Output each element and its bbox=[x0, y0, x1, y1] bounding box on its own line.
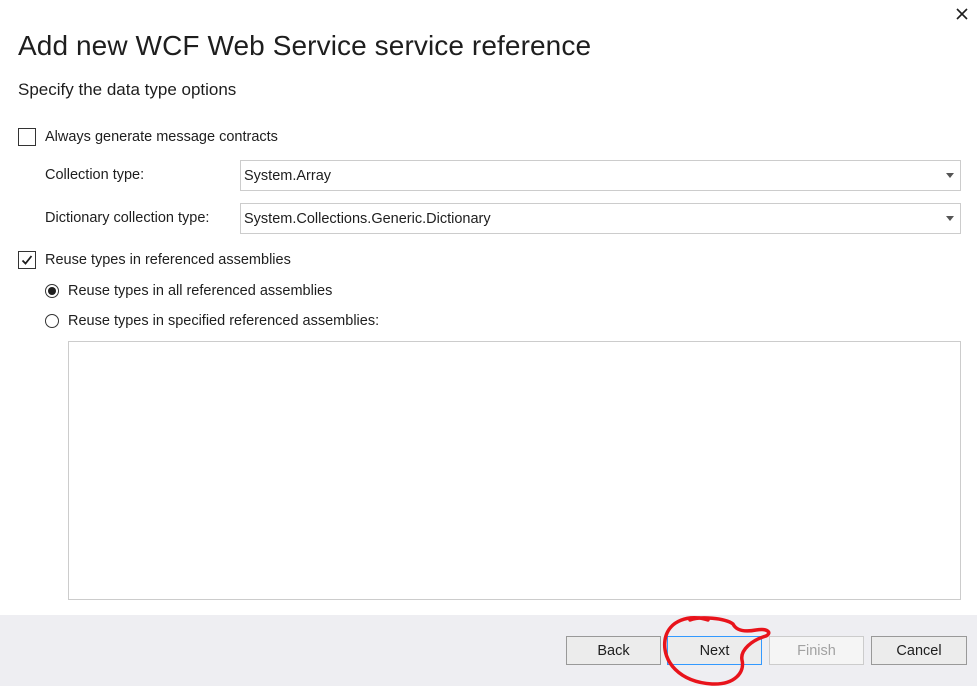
close-icon bbox=[956, 8, 968, 20]
reuse-all-option[interactable]: Reuse types in all referenced assemblies bbox=[45, 283, 332, 299]
checkmark-icon bbox=[21, 255, 33, 265]
message-contracts-option[interactable]: Always generate message contracts bbox=[18, 128, 278, 146]
reuse-types-label: Reuse types in referenced assemblies bbox=[45, 252, 291, 268]
dialog-title: Add new WCF Web Service service referenc… bbox=[18, 30, 592, 61]
collection-type-dropdown[interactable]: System.Array bbox=[240, 160, 961, 191]
dialog-subtitle: Specify the data type options bbox=[18, 80, 237, 99]
reuse-all-label: Reuse types in all referenced assemblies bbox=[68, 283, 333, 299]
radio-selected-dot bbox=[48, 287, 56, 295]
referenced-assemblies-list[interactable] bbox=[68, 341, 961, 600]
dictionary-collection-type-dropdown[interactable]: System.Collections.Generic.Dictionary bbox=[240, 203, 961, 234]
dialog-footer: Back Next Finish Cancel bbox=[0, 615, 977, 686]
message-contracts-label: Always generate message contracts bbox=[45, 129, 278, 145]
next-button[interactable]: Next bbox=[667, 636, 762, 665]
finish-button: Finish bbox=[769, 636, 864, 665]
reuse-types-option[interactable]: Reuse types in referenced assemblies bbox=[18, 251, 291, 269]
close-button[interactable] bbox=[951, 3, 973, 25]
back-button[interactable]: Back bbox=[566, 636, 661, 665]
reuse-types-checkbox[interactable] bbox=[18, 251, 36, 269]
reuse-specified-option[interactable]: Reuse types in specified referenced asse… bbox=[45, 313, 379, 329]
reuse-specified-radio[interactable] bbox=[45, 314, 59, 328]
dropdown-arrow-icon bbox=[940, 173, 960, 178]
message-contracts-checkbox[interactable] bbox=[18, 128, 36, 146]
add-wcf-service-reference-dialog: Add new WCF Web Service service referenc… bbox=[0, 0, 977, 686]
cancel-button[interactable]: Cancel bbox=[871, 636, 967, 665]
dictionary-collection-type-value: System.Collections.Generic.Dictionary bbox=[244, 210, 491, 227]
dropdown-arrow-icon bbox=[940, 216, 960, 221]
dictionary-collection-type-label: Dictionary collection type: bbox=[45, 210, 210, 226]
reuse-specified-label: Reuse types in specified referenced asse… bbox=[68, 313, 380, 329]
reuse-all-radio[interactable] bbox=[45, 284, 59, 298]
collection-type-label: Collection type: bbox=[45, 167, 145, 183]
collection-type-value: System.Array bbox=[244, 167, 332, 184]
